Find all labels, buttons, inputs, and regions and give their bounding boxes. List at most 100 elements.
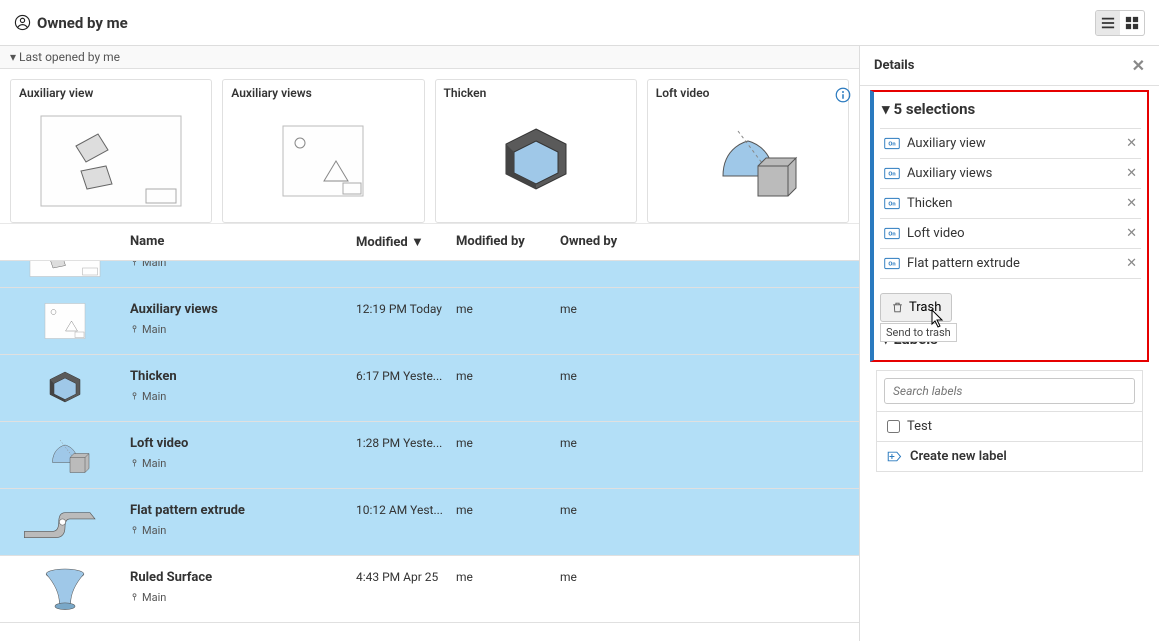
remove-selection-icon[interactable]: ✕ [1126, 256, 1137, 271]
row-branch: Main [130, 390, 356, 403]
col-modified-by[interactable]: Modified by [456, 234, 560, 250]
table-row[interactable]: Ruled Surface Main 4:43 PM Apr 25 me me [0, 556, 859, 623]
document-list: Auxiliary view Main 3:43 PM Today me me … [0, 261, 859, 641]
recent-card[interactable]: Auxiliary view [10, 79, 212, 223]
svg-text:On: On [888, 262, 895, 268]
row-modified: 1:28 PM Yeste... [356, 422, 456, 450]
svg-text:On: On [888, 172, 895, 178]
document-icon: On [884, 137, 900, 150]
branch-icon [130, 392, 139, 401]
details-panel: Details ✕ ▾ 5 selections OnAuxiliary vie… [859, 46, 1159, 641]
document-icon: On [884, 197, 900, 210]
grid-view-button[interactable] [1120, 11, 1144, 35]
row-thumbnail [0, 355, 130, 421]
selection-label: Loft video [907, 226, 965, 241]
remove-selection-icon[interactable]: ✕ [1126, 166, 1137, 181]
row-modified: 6:17 PM Yeste... [356, 355, 456, 383]
sort-dropdown[interactable]: ▾ Last opened by me [0, 46, 859, 69]
chevron-down-icon: ▾ [882, 100, 890, 118]
trash-icon [891, 301, 904, 314]
selection-label: Auxiliary views [907, 166, 992, 181]
branch-icon [130, 459, 139, 468]
recent-cards: Auxiliary view Auxiliary views Thicken Loft… [0, 69, 859, 224]
trash-tooltip: Send to trash [880, 323, 957, 342]
selection-label: Thicken [907, 196, 952, 211]
new-label-icon [887, 450, 903, 463]
col-owned-by[interactable]: Owned by [560, 234, 859, 250]
selection-list: On Auxiliary view ✕ On Auxiliary views ✕ On Thi… [880, 128, 1141, 279]
card-title: Auxiliary view [19, 86, 203, 100]
row-modified: 12:19 PM Today [356, 288, 456, 316]
card-thumbnail [231, 106, 415, 216]
search-labels-input[interactable] [884, 378, 1135, 404]
table-row[interactable]: Auxiliary view Main 3:43 PM Today me me [0, 261, 859, 288]
table-header: Name Modified ▼ Modified by Owned by [0, 224, 859, 261]
row-name: Thicken [130, 369, 356, 384]
document-icon: On [884, 257, 900, 270]
row-modified-by: me [456, 422, 560, 450]
remove-selection-icon[interactable]: ✕ [1126, 196, 1137, 211]
label-checkbox[interactable] [887, 420, 900, 433]
row-name: Flat pattern extrude [130, 503, 356, 518]
row-owned-by: me [560, 422, 859, 450]
grid-icon [1125, 16, 1139, 30]
recent-card[interactable]: Auxiliary views [222, 79, 424, 223]
recent-card[interactable]: Thicken [435, 79, 637, 223]
row-thumbnail [0, 556, 130, 622]
page-title: Owned by me [14, 14, 128, 32]
table-row[interactable]: Auxiliary views Main 12:19 PM Today me m… [0, 288, 859, 355]
branch-icon [130, 261, 139, 267]
svg-text:On: On [888, 232, 895, 238]
document-icon: On [884, 167, 900, 180]
selection-item: On Auxiliary views ✕ [880, 158, 1141, 188]
remove-selection-icon[interactable]: ✕ [1126, 136, 1137, 151]
row-thumbnail [0, 288, 130, 354]
label-item[interactable]: Test [877, 411, 1142, 441]
row-name: Auxiliary views [130, 302, 356, 317]
branch-icon [130, 593, 139, 602]
selection-label: Auxiliary view [907, 136, 986, 151]
list-icon [1101, 16, 1115, 30]
table-row[interactable]: Flat pattern extrude Main 10:12 AM Yest.… [0, 489, 859, 556]
row-modified-by: me [456, 288, 560, 316]
card-thumbnail [656, 106, 840, 216]
recent-card[interactable]: Loft video [647, 79, 849, 223]
row-thumbnail [0, 422, 130, 488]
svg-text:On: On [888, 142, 895, 148]
info-icon[interactable] [834, 86, 852, 104]
table-row[interactable]: Thicken Main 6:17 PM Yeste... me me [0, 355, 859, 422]
row-modified-by: me [456, 355, 560, 383]
col-modified[interactable]: Modified ▼ [356, 234, 456, 250]
row-thumbnail [0, 261, 130, 287]
card-title: Thicken [444, 86, 628, 100]
selection-item: On Loft video ✕ [880, 218, 1141, 248]
row-owned-by: me [560, 489, 859, 517]
row-modified-by: me [456, 489, 560, 517]
row-branch: Main [130, 457, 356, 470]
row-thumbnail [0, 489, 130, 555]
row-owned-by: me [560, 355, 859, 383]
owner-icon [14, 14, 31, 31]
close-details-icon[interactable]: ✕ [1132, 56, 1145, 75]
remove-selection-icon[interactable]: ✕ [1126, 226, 1137, 241]
row-branch: Main [130, 323, 356, 336]
card-title: Loft video [656, 86, 840, 100]
create-new-label[interactable]: Create new label [877, 441, 1142, 471]
card-thumbnail [444, 106, 628, 216]
row-branch: Main [130, 261, 356, 269]
selections-header[interactable]: ▾ 5 selections [880, 96, 1141, 128]
row-modified: 10:12 AM Yest... [356, 489, 456, 517]
table-row[interactable]: Loft video Main 1:28 PM Yeste... me me [0, 422, 859, 489]
trash-button[interactable]: Trash [880, 293, 952, 322]
row-name: Ruled Surface [130, 570, 356, 585]
branch-icon [130, 325, 139, 334]
col-name[interactable]: Name [130, 234, 356, 250]
row-name: Loft video [130, 436, 356, 451]
row-owned-by: me [560, 288, 859, 316]
svg-text:On: On [888, 202, 895, 208]
selection-item: On Thicken ✕ [880, 188, 1141, 218]
card-thumbnail [19, 106, 203, 216]
list-view-button[interactable] [1096, 11, 1120, 35]
document-icon: On [884, 227, 900, 240]
branch-icon [130, 526, 139, 535]
